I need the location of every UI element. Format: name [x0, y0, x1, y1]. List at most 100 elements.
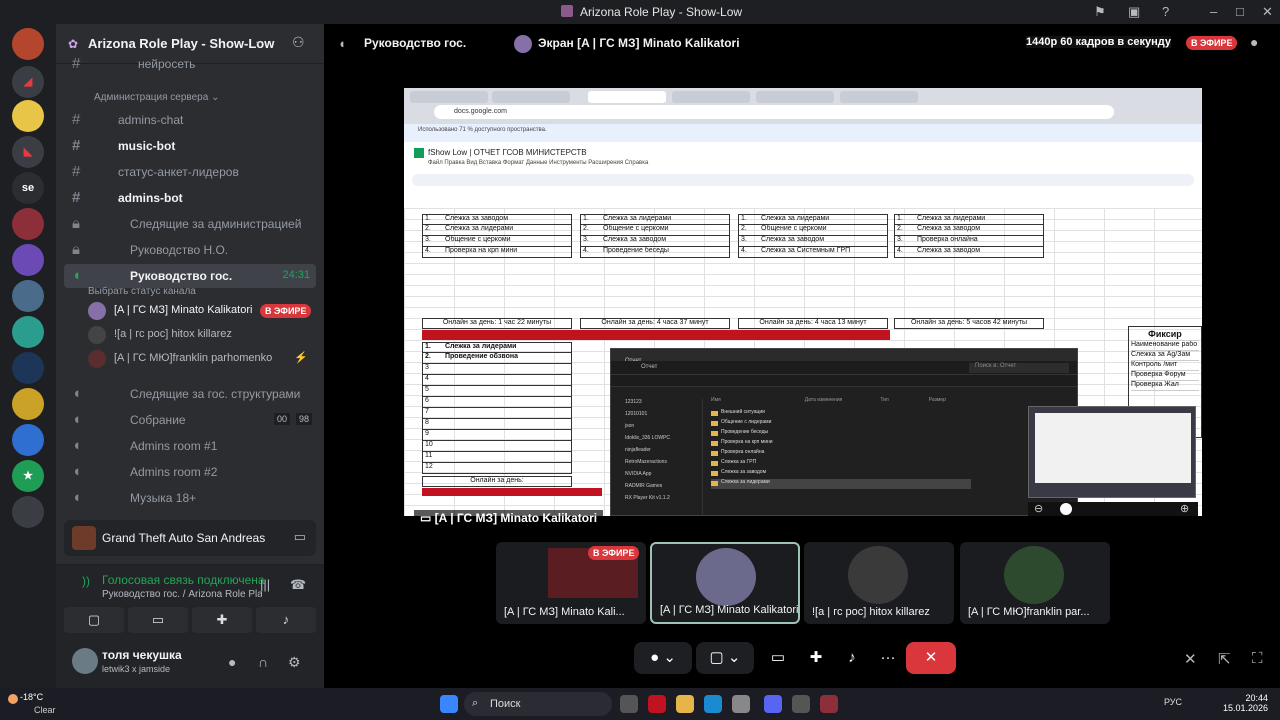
server-icon-6[interactable]	[12, 208, 44, 240]
app-icon[interactable]	[792, 695, 810, 713]
zoom-knob[interactable]	[1060, 503, 1072, 515]
fullscreen-icon[interactable]: ⛶	[1252, 650, 1263, 667]
participant-tile[interactable]: ![a | гс рос] hitox killarez	[804, 542, 954, 624]
game-name: Grand Theft Auto San Andreas	[102, 531, 266, 545]
live-badge: В ЭФИРЕ	[588, 546, 640, 560]
shared-screen[interactable]: docs.google.com Использовано 71 % доступ…	[404, 88, 1202, 516]
popout-icon[interactable]: ⇱	[1218, 650, 1231, 668]
leave-call-button[interactable]: ✕	[906, 642, 956, 674]
more-options-icon[interactable]: ···	[870, 642, 906, 674]
user-icon[interactable]: ●	[1250, 34, 1258, 50]
soundboard-button[interactable]: ♪	[256, 607, 316, 633]
channel-meeting[interactable]: ◖ Собрание 00 98	[64, 408, 316, 432]
channel-gov-leadership[interactable]: ◖ Руководство гос. 24:31	[64, 264, 316, 288]
task-view-icon[interactable]	[620, 695, 638, 713]
yandex-icon[interactable]	[648, 695, 666, 713]
server-icon-2[interactable]: ◢	[12, 66, 44, 98]
participant-tile-selected[interactable]: [A | ГС МЗ] Minato Kalikatori	[650, 542, 800, 624]
close-icon[interactable]: ✕	[1262, 4, 1273, 20]
server-icon-10[interactable]	[12, 352, 44, 384]
channel-status-ankets[interactable]: # статус-анкет-лидеров	[64, 160, 316, 184]
channel-gov-watchers[interactable]: ◖ Следящие за гос. структурами	[64, 382, 316, 406]
soundboard-button[interactable]: ♪	[834, 642, 870, 674]
category-admin[interactable]: Администрация сервера ⌄	[74, 92, 219, 103]
voice-channel-path[interactable]: Руководство гос. / Arizona Role Play - S…	[102, 589, 262, 600]
server-icon-3[interactable]	[12, 100, 44, 132]
clock[interactable]: 20:44 15.01.2026	[1208, 693, 1268, 713]
language-indicator[interactable]: РУС	[1164, 697, 1182, 707]
mute-icon: ⚡	[294, 352, 308, 364]
online-total: Онлайн за день: 5 часов 42 минуты	[894, 318, 1044, 329]
server-icon-13[interactable]: ★	[12, 460, 44, 492]
weather-text[interactable]: Clear	[34, 705, 56, 715]
server-icon-7[interactable]	[12, 244, 44, 276]
avatar[interactable]	[72, 648, 98, 674]
game-app-icon[interactable]	[820, 695, 838, 713]
user-name[interactable]: толя чекушка	[102, 648, 182, 662]
game-activity[interactable]: Grand Theft Auto San Andreas ▭	[64, 520, 316, 556]
channel-no-leadership[interactable]: 🔒︎ Руководство Н.О.	[64, 238, 316, 262]
screen-share-button[interactable]: ▭	[128, 607, 188, 633]
zoom-out-icon[interactable]: ⊖	[1034, 502, 1043, 515]
store-icon[interactable]	[732, 695, 750, 713]
microphone-icon[interactable]: ●	[228, 654, 236, 670]
volume-mute-icon[interactable]: ✕	[1184, 650, 1197, 668]
start-icon[interactable]	[440, 695, 458, 713]
disconnect-icon[interactable]: ☎	[290, 577, 306, 593]
minimize-icon[interactable]: –	[1210, 4, 1217, 19]
voice-user-hitox[interactable]: ![a | гс рос] hitox killarez	[88, 324, 316, 346]
channel-music-18[interactable]: ◖ Музыка 18+	[64, 486, 316, 510]
channel-admins-chat[interactable]: # admins-chat	[64, 108, 316, 132]
screen-share-button[interactable]: ▭	[760, 642, 796, 674]
voice-user-minato[interactable]: [A | ГС МЗ] Minato Kalikatori В ЭФИРЕ	[88, 300, 316, 322]
storage-notice: Использовано 71 % доступного пространств…	[404, 124, 1202, 142]
help-icon[interactable]: ?	[1162, 4, 1169, 19]
zoom-in-icon[interactable]: ⊕	[1180, 502, 1189, 515]
taskbar-search[interactable]: ⌕ Поиск	[464, 692, 612, 716]
headphones-icon[interactable]: ∩	[258, 654, 268, 670]
speaker-icon: ◖	[72, 463, 82, 480]
lock-icon: 🔒︎	[72, 241, 80, 258]
participant-tile[interactable]: В ЭФИРЕ [A | ГС МЗ] Minato Kali...	[496, 542, 646, 624]
server-icon-12[interactable]	[12, 424, 44, 456]
server-icon-4[interactable]: ◣	[12, 136, 44, 168]
channel-neural[interactable]: # нейросеть	[64, 52, 316, 76]
inbox-icon[interactable]: ⚑	[1094, 4, 1106, 20]
noise-icon[interactable]: |||	[260, 577, 270, 592]
edge-icon[interactable]	[704, 695, 722, 713]
camera-button[interactable]: ▢ ⌄	[696, 642, 754, 674]
channel-music-bot[interactable]: # music-bot	[64, 134, 316, 158]
gear-icon[interactable]: ⚙	[288, 654, 301, 671]
add-member-icon[interactable]: ⚇	[292, 34, 305, 51]
activities-button[interactable]: ✚	[798, 642, 834, 674]
server-icon-8[interactable]	[12, 280, 44, 312]
server-icon-9[interactable]	[12, 316, 44, 348]
weather-temp[interactable]: -18°C	[20, 692, 43, 702]
channel-admins-bot[interactable]: # admins-bot	[64, 186, 316, 210]
server-icon-14[interactable]	[12, 496, 44, 528]
server-icon-11[interactable]	[12, 388, 44, 420]
participant-tile[interactable]: [A | ГС МЮ]franklin par...	[960, 542, 1110, 624]
screen-share-icon[interactable]: ▭	[294, 529, 306, 545]
voice-status[interactable]: Голосовая связь подключена	[102, 573, 265, 587]
channel-admin-watchers[interactable]: 🔒︎ Следящие за администрацией	[64, 212, 316, 236]
online-total: Онлайн за день: 4 часа 37 минут	[580, 318, 730, 329]
download-icon[interactable]: ▣	[1128, 4, 1140, 20]
server-icon-se[interactable]: se	[12, 172, 44, 204]
microphone-button[interactable]: ● ⌄	[634, 642, 692, 674]
channel-admins-room-1[interactable]: ◖ Admins room #1	[64, 434, 316, 458]
maximize-icon[interactable]: □	[1236, 4, 1244, 19]
explorer-icon[interactable]	[676, 695, 694, 713]
discord-icon[interactable]	[764, 695, 782, 713]
speaker-icon: ◖	[72, 385, 82, 402]
file-explorer-window[interactable]: Отчет ОтчетПоиск в: Отчет ИмяДата измене…	[610, 348, 1078, 516]
online-total: Онлайн за день:	[422, 476, 572, 487]
voice-user-franklin[interactable]: [A | ГС МЮ]franklin parhomenko ⚡	[88, 348, 316, 370]
camera-off-button[interactable]: ▢	[64, 607, 124, 633]
zoom-slider[interactable]: ⊖ ⊕	[1028, 502, 1198, 516]
activities-button[interactable]: ✚	[192, 607, 252, 633]
explorer-search[interactable]: Поиск в: Отчет	[969, 363, 1069, 373]
channel-status-hint[interactable]: Выбрать статус канала	[88, 286, 196, 297]
channel-admins-room-2[interactable]: ◖ Admins room #2	[64, 460, 316, 484]
server-icon-1[interactable]	[12, 28, 44, 60]
